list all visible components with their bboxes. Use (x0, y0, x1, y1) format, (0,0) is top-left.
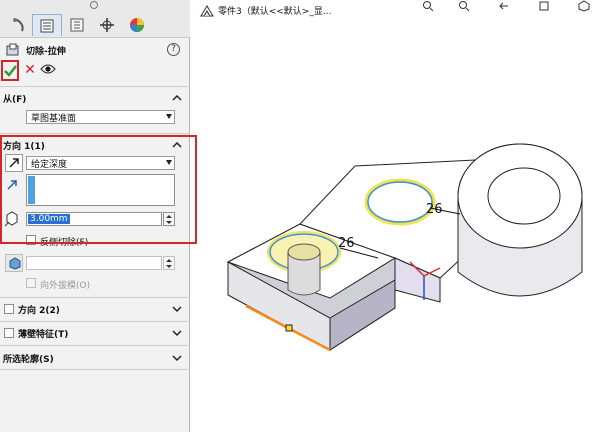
chevron-up-icon[interactable] (172, 93, 182, 103)
section-from[interactable]: 从(F) (0, 90, 190, 106)
divider (0, 369, 190, 370)
panel-grip-icon[interactable] (90, 1, 98, 9)
chevron-down-icon[interactable] (172, 328, 182, 338)
draft-spinner[interactable] (163, 256, 175, 270)
divider (0, 321, 190, 322)
divider (0, 297, 190, 298)
detailed-preview-button[interactable] (40, 63, 56, 78)
chevron-down-icon[interactable] (172, 304, 182, 314)
section-from-label: 从(F) (3, 94, 27, 105)
manager-tab-bar (0, 0, 190, 38)
eye-icon (40, 64, 56, 74)
help-icon[interactable]: ? (167, 43, 180, 56)
from-select-value: 草图基准面 (31, 113, 77, 124)
draft-toggle-button[interactable] (5, 254, 23, 272)
tab-configuration[interactable] (62, 14, 92, 36)
spin-up-icon[interactable] (166, 259, 172, 262)
feature-title: 切除-拉伸 (26, 46, 66, 57)
configuration-icon (70, 18, 84, 32)
dimxpert-icon (100, 18, 114, 32)
cut-hole-top (287, 243, 321, 261)
section-selected-contours[interactable]: 所选轮廓(S) (0, 350, 190, 366)
tab-dimxpert[interactable] (92, 14, 122, 36)
section-thin-feature-label: 薄壁特征(T) (18, 329, 69, 340)
cut-extrude-icon (6, 43, 19, 56)
property-manager: 切除-拉伸 ? ✕ 从(F) 草图基准面 方向 1(1) 给定深度 3.00mm… (0, 0, 197, 432)
spin-down-icon[interactable] (166, 265, 172, 268)
tab-display-manager[interactable] (122, 14, 152, 36)
section-direction2[interactable]: 方向 2(2) (15, 301, 190, 317)
divider (0, 86, 190, 87)
thin-feature-checkbox[interactable] (4, 328, 14, 338)
ok-button[interactable] (1, 60, 19, 81)
model-view (226, 143, 583, 352)
divider (0, 133, 190, 134)
tab-feature-tree[interactable] (4, 14, 34, 36)
cancel-button[interactable]: ✕ (23, 62, 37, 78)
edge-handle[interactable] (285, 324, 293, 332)
dimension-label-2[interactable]: 26 (426, 202, 443, 217)
property-manager-icon (40, 19, 54, 32)
dimension-label-1[interactable]: 26 (338, 236, 355, 251)
divider (0, 345, 190, 346)
draft-icon (9, 256, 20, 270)
draft-outward-label: 向外拔模(O) (40, 281, 91, 291)
highlight-frame (0, 135, 197, 244)
chevron-down-icon[interactable] (172, 353, 182, 363)
draft-angle-input[interactable] (26, 256, 162, 270)
section-direction2-label: 方向 2(2) (18, 305, 60, 316)
dropdown-arrow-icon (166, 114, 172, 119)
section-selected-contours-label: 所选轮廓(S) (3, 354, 54, 365)
display-manager-icon (130, 18, 144, 32)
draft-outward-checkbox[interactable] (26, 278, 36, 288)
direction2-checkbox[interactable] (4, 304, 14, 314)
feature-header: 切除-拉伸 ? (6, 42, 184, 58)
tab-property-manager[interactable] (32, 14, 62, 36)
feature-tree-icon (13, 18, 24, 32)
cylinder-bore (487, 167, 561, 225)
from-select[interactable]: 草图基准面 (26, 110, 175, 124)
section-thin-feature[interactable]: 薄壁特征(T) (15, 325, 190, 341)
checkmark-icon (3, 64, 17, 77)
